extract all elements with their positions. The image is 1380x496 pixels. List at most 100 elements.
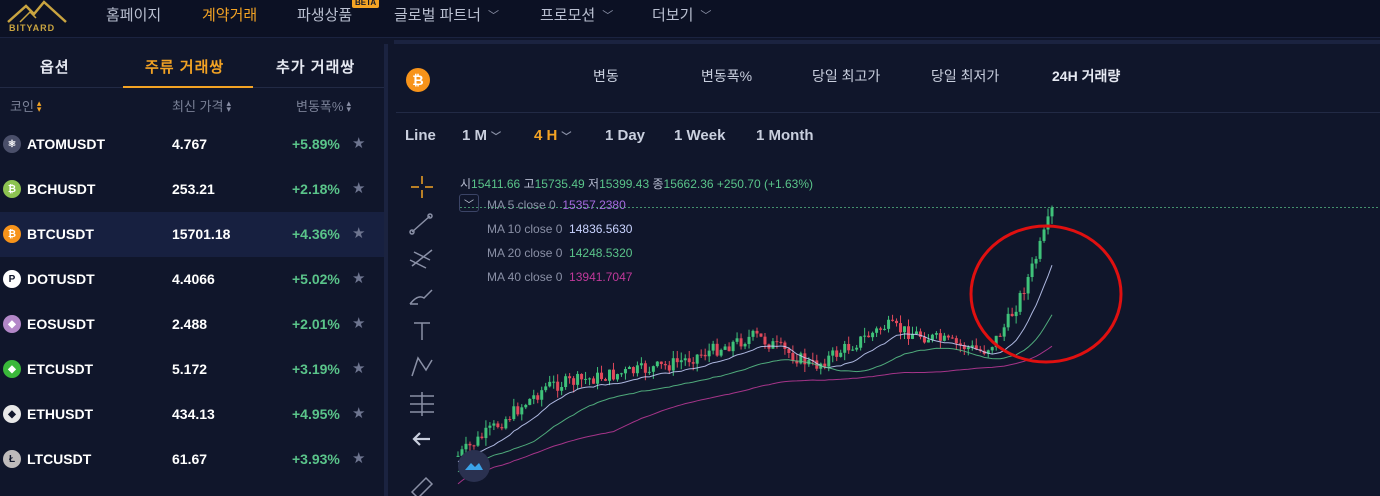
column-header-change[interactable]: 변동폭% ▴ ▾	[296, 96, 351, 115]
column-header-price[interactable]: 최신 가격 ▴ ▾	[172, 96, 231, 115]
candle-body	[635, 365, 639, 374]
candle-body	[847, 343, 851, 351]
candle-body	[512, 406, 516, 420]
market-row[interactable]: ₿ BCHUSDT 253.21 +2.18% ★	[0, 167, 384, 212]
candle-body	[950, 337, 954, 339]
coin-change: +5.89%	[292, 136, 340, 152]
candle-body	[564, 376, 568, 388]
candle-body	[747, 336, 751, 344]
candle-body	[871, 332, 875, 338]
market-list-panel: 옵션 주류 거래쌍 추가 거래쌍 코인 ▴ ▾ 최신 가격 ▴ ▾ 변동폭% ▴ ▾ …	[0, 44, 384, 496]
candle-body	[719, 349, 723, 356]
panel-divider[interactable]	[384, 44, 388, 496]
candle-body	[572, 378, 576, 385]
candle-body	[548, 381, 552, 387]
candle-body	[883, 328, 887, 330]
candle-body	[679, 360, 683, 363]
candle-body	[731, 341, 735, 352]
favorite-star-icon[interactable]: ★	[352, 269, 365, 287]
nav-home[interactable]: 홈페이지	[106, 4, 161, 25]
candle-body	[855, 347, 859, 350]
candle-body	[879, 328, 883, 330]
sort-icon: ▴ ▾	[346, 97, 351, 114]
candle-body	[998, 335, 1002, 337]
candle-body	[1010, 313, 1014, 317]
coin-symbol: ETCUSDT	[27, 361, 94, 377]
coin-symbol: BCHUSDT	[27, 181, 96, 197]
market-row[interactable]: ◆ EOSUSDT 2.488 +2.01% ★	[0, 302, 384, 347]
candle-body	[791, 353, 795, 361]
market-row[interactable]: ◆ ETHUSDT 434.13 +4.95% ★	[0, 392, 384, 437]
candle-body	[779, 341, 783, 343]
favorite-star-icon[interactable]: ★	[352, 314, 365, 332]
candle-body	[763, 336, 767, 345]
market-tabs: 옵션 주류 거래쌍 추가 거래쌍	[0, 44, 384, 88]
candle-body	[592, 378, 596, 384]
candle-body	[484, 427, 488, 439]
chevron-down-icon: ﹀	[602, 9, 614, 22]
candle-body	[532, 395, 536, 399]
candle-body	[703, 354, 707, 357]
brand-logo[interactable]: BITYARD	[6, 0, 68, 36]
favorite-star-icon[interactable]: ★	[352, 449, 365, 467]
candle-body	[600, 372, 604, 380]
candle-body	[755, 330, 759, 334]
nav-promotion[interactable]: 프로모션 ﹀	[540, 4, 613, 25]
candle-body	[739, 338, 743, 347]
favorite-star-icon[interactable]: ★	[352, 359, 365, 377]
favorite-star-icon[interactable]: ★	[352, 404, 365, 422]
candle-body	[675, 358, 679, 363]
market-row[interactable]: ⚛ ATOMUSDT 4.767 +5.89% ★	[0, 122, 384, 167]
coin-symbol: EOSUSDT	[27, 316, 95, 332]
tab-options[interactable]: 옵션	[40, 56, 70, 77]
candle-body	[715, 343, 719, 356]
candle-body	[867, 335, 871, 338]
tab-additional-pairs[interactable]: 추가 거래쌍	[276, 56, 355, 77]
column-header-coin[interactable]: 코인 ▴ ▾	[10, 96, 41, 115]
candle-body	[604, 379, 608, 381]
candle-body	[930, 334, 934, 340]
coin-symbol: BTCUSDT	[27, 226, 94, 242]
nav-contract-trading[interactable]: 계약거래	[202, 4, 257, 25]
favorite-star-icon[interactable]: ★	[352, 224, 365, 242]
candle-body	[711, 343, 715, 351]
wave-logo-icon	[465, 463, 483, 470]
mountain-logo-icon	[7, 0, 67, 23]
nav-label: 프로모션	[540, 7, 596, 24]
candle-body	[954, 338, 958, 344]
candle-body	[536, 395, 540, 400]
candle-body	[735, 338, 739, 342]
nav-more[interactable]: 더보기 ﹀	[652, 4, 711, 25]
market-row[interactable]: Ł LTCUSDT 61.67 +3.93% ★	[0, 437, 384, 482]
sort-icon: ▴ ▾	[226, 97, 231, 114]
favorite-star-icon[interactable]: ★	[352, 179, 365, 197]
nav-global-partner[interactable]: 글로벌 파트너 ﹀	[394, 4, 499, 25]
tab-major-pairs[interactable]: 주류 거래쌍	[145, 56, 224, 77]
nav-derivatives[interactable]: 파생상품	[297, 4, 352, 25]
market-row[interactable]: ₿ BTCUSDT 15701.18 +4.36% ★	[0, 212, 384, 257]
candle-body	[1002, 327, 1006, 337]
candle-body	[615, 374, 619, 380]
candle-body	[1038, 240, 1042, 259]
candle-body	[516, 406, 520, 415]
candle-body	[887, 319, 891, 329]
bch-icon: ₿	[3, 180, 21, 198]
btc-icon: ₿	[3, 225, 21, 243]
candle-body	[584, 378, 588, 380]
nav-label: 홈페이지	[106, 7, 162, 24]
market-row[interactable]: P DOTUSDT 4.4066 +5.02% ★	[0, 257, 384, 302]
chart-logo-badge[interactable]	[458, 450, 490, 482]
coin-change: +5.02%	[292, 271, 340, 287]
eth-icon: ◆	[3, 405, 21, 423]
candlestick-chart[interactable]	[396, 44, 1380, 496]
coin-symbol: DOTUSDT	[27, 271, 95, 287]
coin-change: +2.18%	[292, 181, 340, 197]
atom-icon: ⚛	[3, 135, 21, 153]
coin-change: +3.93%	[292, 451, 340, 467]
candle-body	[895, 320, 899, 324]
market-row[interactable]: ◆ ETCUSDT 5.172 +3.19% ★	[0, 347, 384, 392]
favorite-star-icon[interactable]: ★	[352, 134, 365, 152]
candle-body	[783, 342, 787, 349]
candle-body	[659, 361, 663, 365]
candle-body	[560, 387, 564, 391]
